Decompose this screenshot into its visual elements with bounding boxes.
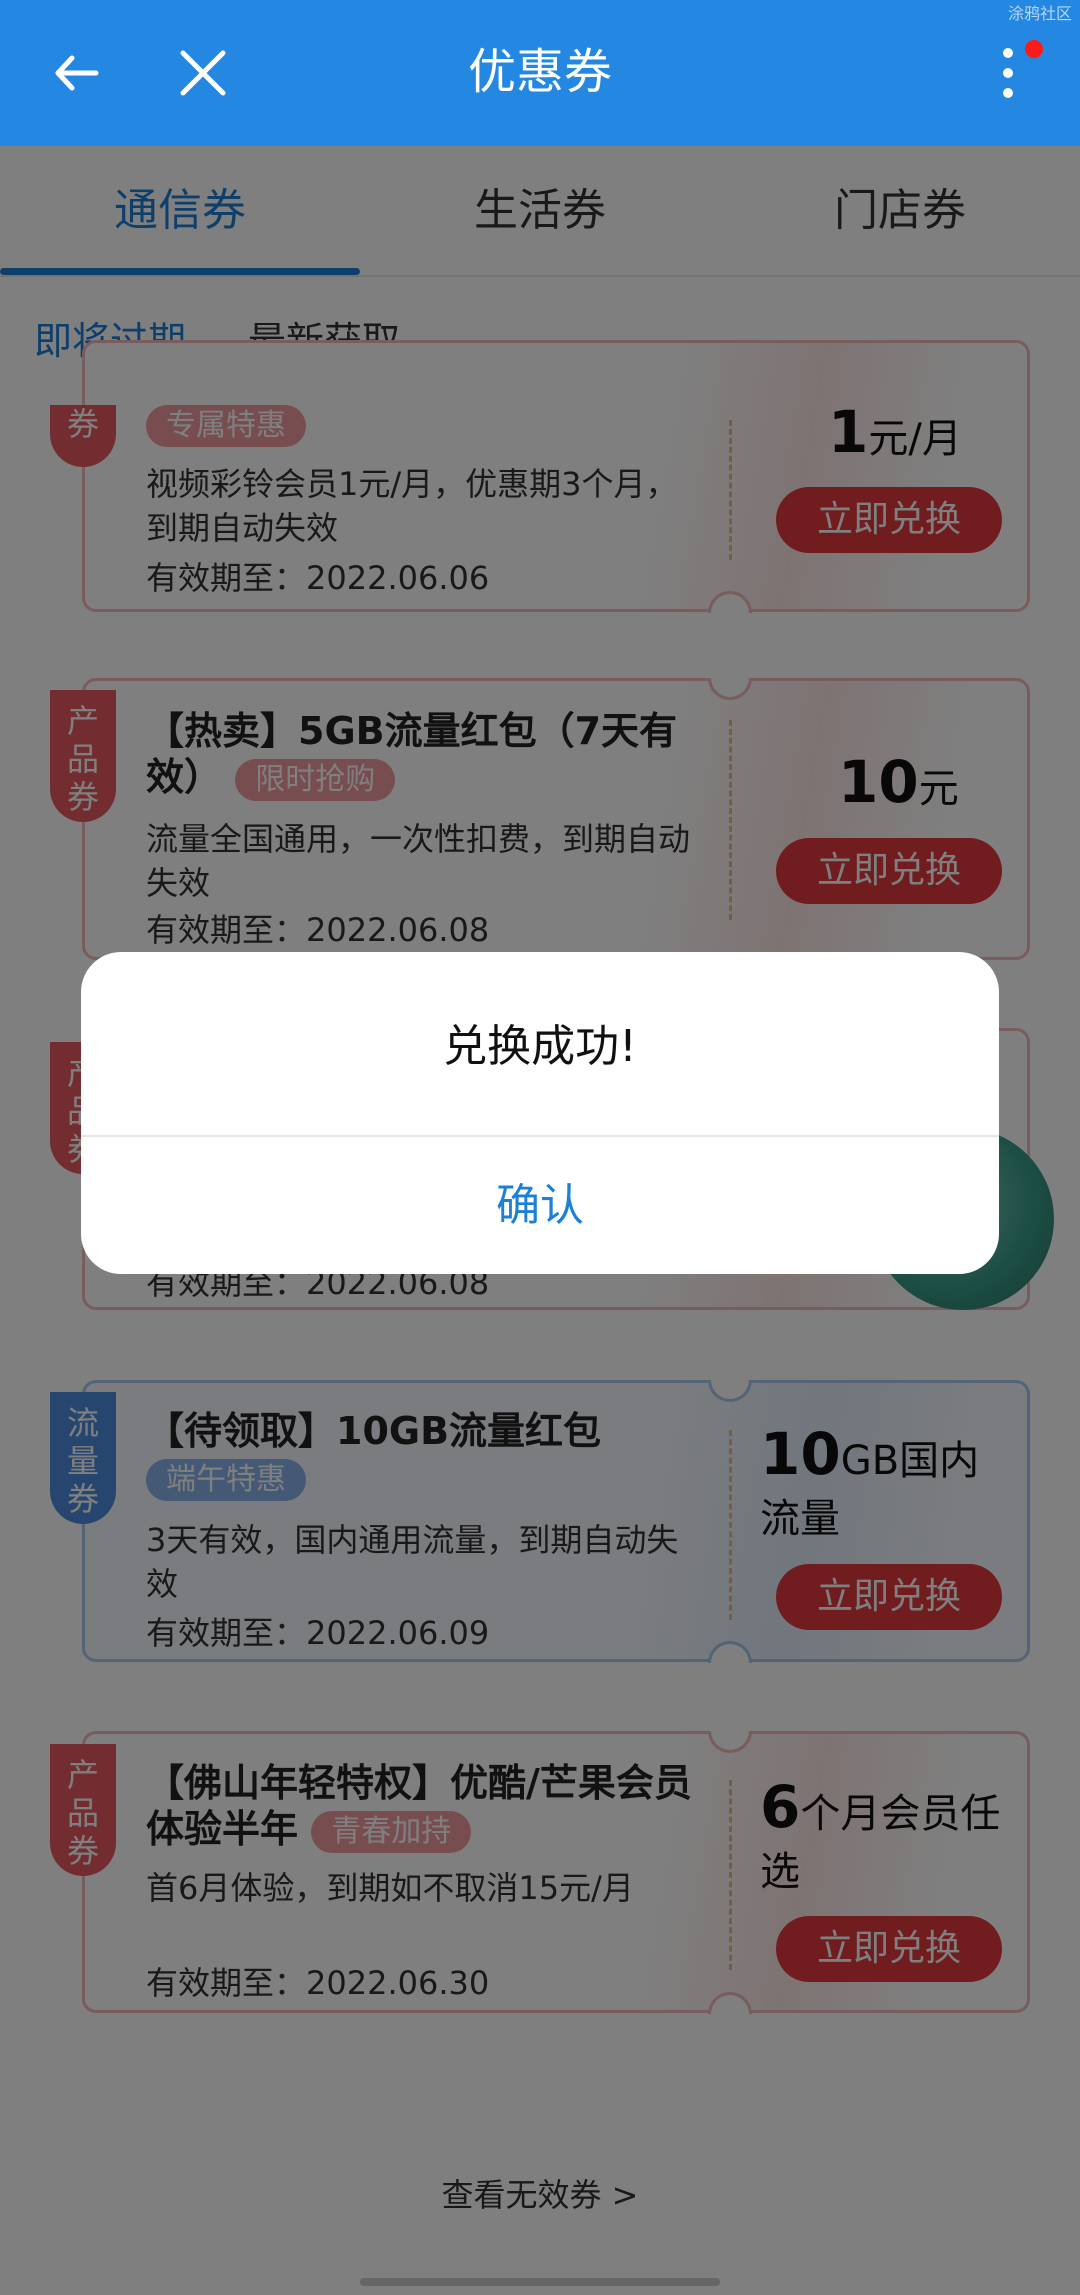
success-dialog: 兑换成功! 确认 xyxy=(81,952,999,1274)
confirm-button[interactable]: 确认 xyxy=(81,1137,999,1274)
more-menu-button[interactable] xyxy=(968,33,1048,113)
more-vertical-icon xyxy=(1003,40,1043,98)
watermark: 涂鸦社区 xyxy=(1007,4,1072,23)
dialog-message: 兑换成功! xyxy=(443,1021,637,1072)
page-title: 优惠券 xyxy=(467,44,612,100)
